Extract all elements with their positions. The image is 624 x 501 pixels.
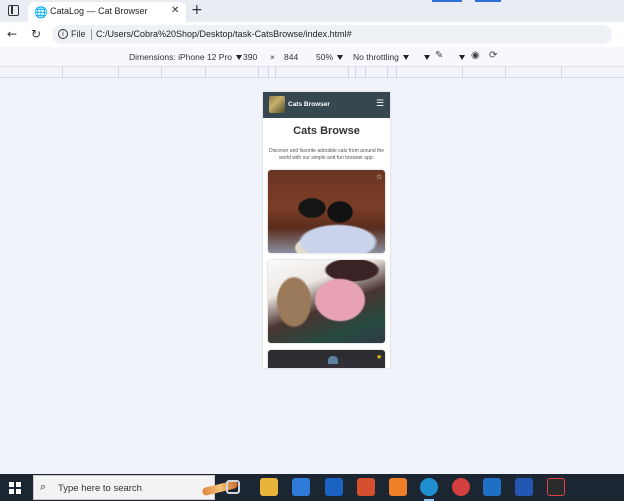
- windows-logo-icon: [9, 488, 14, 494]
- new-tab-button[interactable]: +: [191, 2, 203, 18]
- ruler-tick: [268, 67, 269, 78]
- settings-icon[interactable]: [459, 55, 465, 60]
- device-select[interactable]: Dimensions: iPhone 12 Pro: [129, 52, 243, 62]
- ruler-tick: [258, 67, 259, 78]
- times-symbol: ×: [270, 52, 275, 62]
- cat-image[interactable]: [268, 170, 385, 253]
- address-bar[interactable]: i File C:/Users/Cobra%20Shop/Desktop/tas…: [52, 25, 612, 44]
- ruler-tick: [161, 67, 162, 78]
- start-button[interactable]: [9, 482, 21, 494]
- ruler-tick: [275, 67, 276, 78]
- brand-name[interactable]: Cats Browser: [288, 101, 330, 108]
- search-icon: ⌕: [40, 480, 47, 493]
- task-view-icon[interactable]: [226, 480, 240, 494]
- word-icon[interactable]: [515, 478, 533, 496]
- ruler-tick: [355, 67, 356, 78]
- browser-toolbar: ← ↻ i File C:/Users/Cobra%20Shop/Desktop…: [0, 22, 624, 47]
- throttling-select[interactable]: No throttling: [353, 52, 409, 62]
- close-tab-icon[interactable]: ✕: [171, 5, 179, 16]
- tab-strip: 🌐 CataLog — Cat Browser ✕ +: [0, 0, 624, 22]
- media-app-icon[interactable]: [547, 478, 565, 496]
- address-url[interactable]: C:/Users/Cobra%20Shop/Desktop/task-CatsB…: [96, 29, 352, 39]
- height-input[interactable]: 844: [284, 52, 298, 62]
- ruler-tick: [348, 67, 349, 78]
- chrome-icon[interactable]: [452, 478, 470, 496]
- eye-icon[interactable]: ◉: [471, 50, 480, 61]
- ruler-tick: [505, 67, 506, 78]
- windows-logo-icon: [9, 482, 14, 488]
- ruler-tick: [62, 67, 63, 78]
- back-button[interactable]: ←: [7, 27, 17, 41]
- device-toolbar: Dimensions: iPhone 12 Pro 390 × 844 50% …: [0, 47, 624, 67]
- page-subtitle: Discover and favorite adorable cats from…: [268, 148, 385, 161]
- width-input[interactable]: 390: [243, 52, 257, 62]
- tab-title: CataLog — Cat Browser: [50, 6, 148, 16]
- more-options-icon[interactable]: [424, 55, 430, 60]
- chevron-down-icon: [236, 55, 243, 60]
- reload-button[interactable]: ↻: [31, 27, 41, 41]
- cat-card[interactable]: ★: [268, 350, 385, 368]
- cat-image[interactable]: [268, 350, 385, 368]
- search-placeholder: Type here to search: [58, 483, 142, 494]
- globe-icon: 🌐: [34, 6, 48, 19]
- window-menu-icon[interactable]: [8, 5, 19, 16]
- chevron-down-icon: [337, 55, 344, 60]
- rotate-icon[interactable]: ⟳: [489, 50, 497, 61]
- chevron-down-icon: [402, 55, 409, 60]
- file-explorer-icon[interactable]: [260, 478, 278, 496]
- page-title: Cats Browse: [293, 125, 360, 137]
- address-divider: [91, 29, 92, 40]
- ruler-tick: [365, 67, 366, 78]
- taskbar-search[interactable]: ⌕ Type here to search: [33, 475, 239, 500]
- ruler-tick: [561, 67, 562, 78]
- windows-logo-icon: [15, 482, 21, 488]
- phone-viewport: Cats Browser ☰ Cats Browse Discover and …: [263, 92, 390, 368]
- favorite-star-icon[interactable]: ★: [376, 354, 382, 361]
- taskbar: ⌕ Type here to search: [0, 474, 624, 501]
- throttling-label: No throttling: [353, 52, 399, 62]
- xampp-icon[interactable]: [389, 478, 407, 496]
- cat-card[interactable]: ☆: [268, 170, 385, 253]
- office-app-icon[interactable]: [357, 478, 375, 496]
- ruler-tick: [118, 67, 119, 78]
- ruler-tick: [205, 67, 206, 78]
- zoom-select[interactable]: 50%: [316, 52, 344, 62]
- pen-icon[interactable]: ✎: [435, 50, 443, 61]
- brand-logo[interactable]: [269, 96, 285, 113]
- device-select-label: Dimensions: iPhone 12 Pro: [129, 52, 233, 62]
- media-query-ruler[interactable]: [0, 67, 624, 78]
- app-navbar: Cats Browser ☰: [263, 92, 390, 118]
- favorite-star-icon[interactable]: ☆: [376, 174, 382, 181]
- window-accent: [432, 0, 462, 2]
- ruler-tick: [387, 67, 388, 78]
- zoom-label: 50%: [316, 52, 334, 62]
- info-icon[interactable]: i: [58, 29, 68, 39]
- cat-card[interactable]: [268, 260, 385, 343]
- vscode-icon[interactable]: [483, 478, 501, 496]
- cat-image[interactable]: [268, 260, 385, 343]
- ruler-tick: [462, 67, 463, 78]
- windows-logo-icon: [15, 488, 21, 494]
- outlook-icon[interactable]: [325, 478, 343, 496]
- microsoft-store-icon[interactable]: [292, 478, 310, 496]
- address-scheme: File: [71, 29, 86, 39]
- hamburger-menu-icon[interactable]: ☰: [376, 99, 384, 109]
- tab-active[interactable]: 🌐 CataLog — Cat Browser ✕: [28, 2, 186, 22]
- ruler-tick: [396, 67, 397, 78]
- edge-icon[interactable]: [420, 478, 438, 496]
- window-accent: [475, 0, 501, 2]
